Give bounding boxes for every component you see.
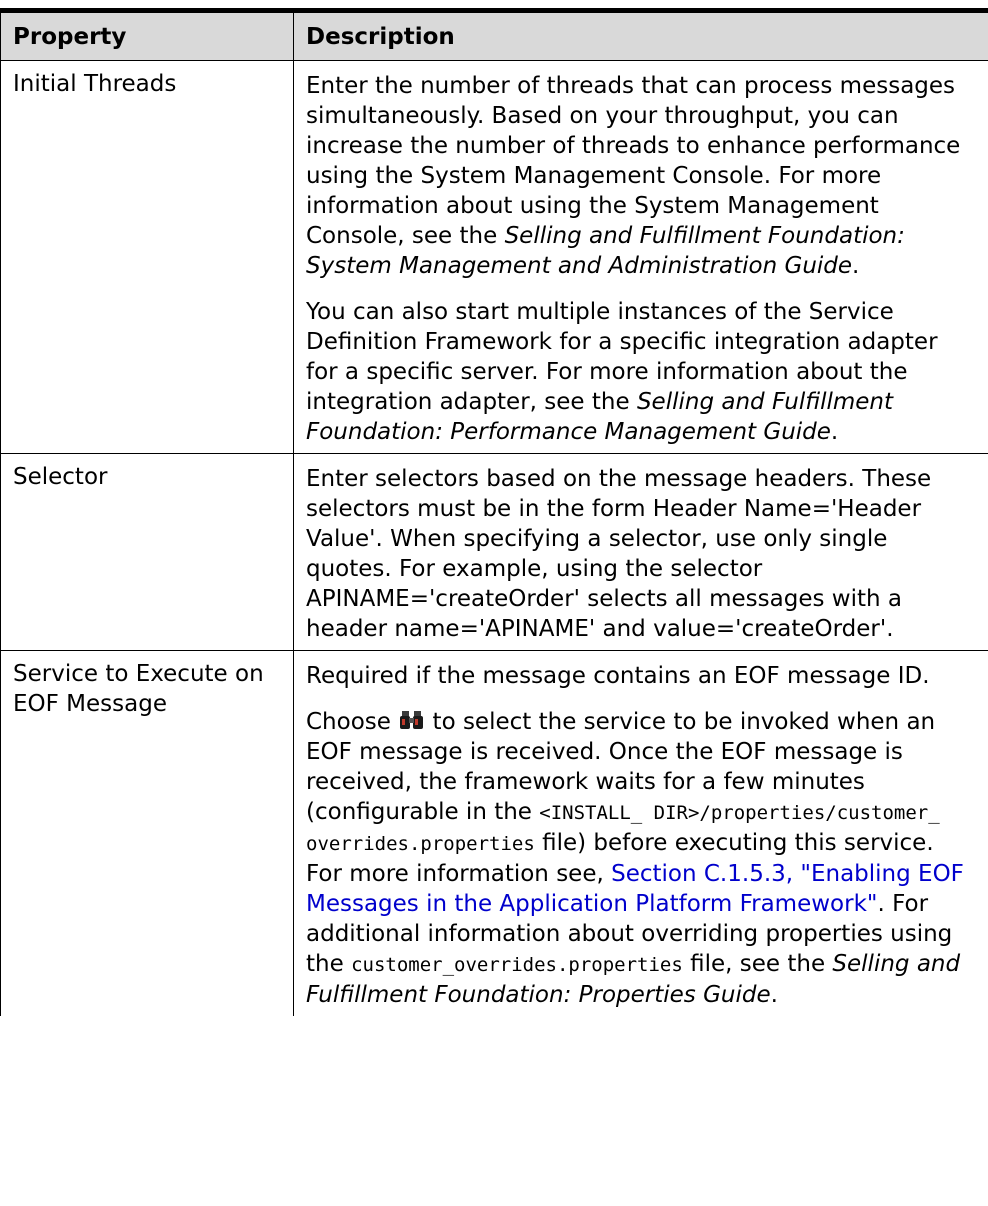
description-cell: Enter the number of threads that can pro… [293,60,988,454]
description-paragraph: Choose to select the service to be invok… [306,707,976,1010]
file-name-code: customer_overrides.properties [351,954,683,976]
cut-off-caption [0,0,988,6]
column-header-property: Property [0,8,294,61]
table-header-row: Property Description [0,8,988,61]
period: . [830,419,839,445]
description-paragraph: Required if the message contains an EOF … [306,663,930,689]
description-paragraph: Enter the number of threads that can pro… [306,71,976,281]
choose-text: Choose [306,709,391,735]
description-paragraph: You can also start multiple instances of… [306,297,976,447]
table-row-initial-threads: Initial Threads Enter the number of thre… [0,60,988,454]
period: . [770,982,778,1008]
properties-table: Property Description Initial Threads Ent… [0,8,988,1016]
table-row-service-eof: Service to Execute on EOF Message Requir… [0,650,988,1016]
property-cell: Selector [0,453,294,651]
column-header-description: Description [293,8,988,61]
description-cell: Required if the message contains an EOF … [293,650,988,1016]
document-page: Property Description Initial Threads Ent… [0,0,988,1206]
description-paragraph: Enter selectors based on the message hea… [306,466,932,642]
period: . [852,253,860,279]
property-cell: Service to Execute on EOF Message [0,650,294,1016]
table-row-selector: Selector Enter selectors based on the me… [0,453,988,651]
paragraph-text: file, see the [682,951,833,977]
binoculars-icon[interactable] [400,709,424,731]
property-cell: Initial Threads [0,60,294,454]
description-cell: Enter selectors based on the message hea… [293,453,988,651]
